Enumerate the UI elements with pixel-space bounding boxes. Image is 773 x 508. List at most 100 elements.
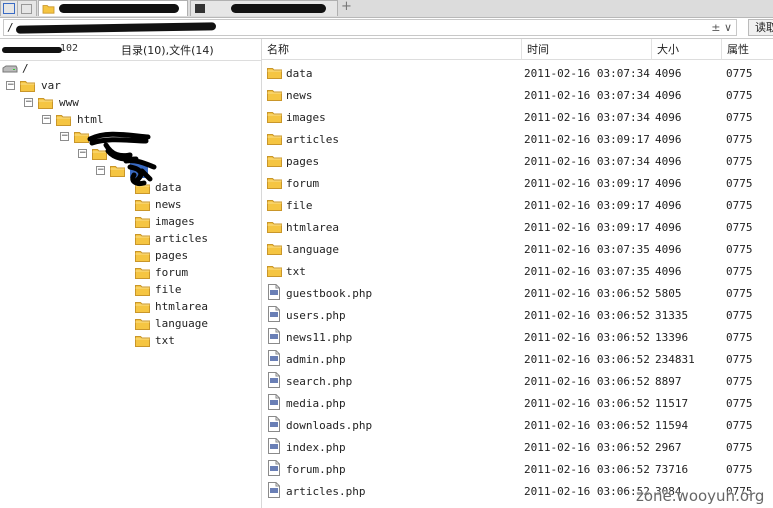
tree-child-articles[interactable]: articles [134, 231, 244, 247]
tree-child-forum[interactable]: forum [134, 265, 244, 281]
path-dropdown-icon[interactable]: ± ∨ [711, 21, 732, 34]
tree-child-label: pages [155, 249, 189, 262]
file-row[interactable]: media.php 2011-02-16 03:06:52 11517 0775 [262, 392, 773, 414]
column-size[interactable]: 大小 [651, 39, 721, 60]
php-file-icon [268, 284, 280, 300]
file-size: 4096 [655, 155, 682, 168]
collapse-toggle[interactable]: − [24, 98, 33, 107]
file-time: 2011-02-16 03:06:52 [524, 485, 650, 498]
folder-icon [135, 336, 150, 347]
file-row[interactable]: forum.php 2011-02-16 03:06:52 73716 0775 [262, 458, 773, 480]
file-time: 2011-02-16 03:07:34 [524, 89, 650, 102]
tree-root[interactable]: / [0, 61, 200, 77]
file-list: data 2011-02-16 03:07:34 4096 0775 news 2011-… [262, 62, 773, 508]
new-tab-button[interactable]: + [341, 0, 352, 14]
file-time: 2011-02-16 03:06:52 [524, 287, 650, 300]
collapse-toggle[interactable]: − [42, 115, 51, 124]
tree-child-images[interactable]: images [134, 214, 244, 230]
tab-file-manager[interactable] [38, 0, 188, 16]
file-row[interactable]: htmlarea 2011-02-16 03:09:17 4096 0775 [262, 216, 773, 238]
tree-node[interactable]: − www [18, 95, 178, 111]
file-size: 73716 [655, 463, 689, 476]
tab-title-redaction [59, 4, 179, 13]
tree-child-label: htmlarea [155, 300, 208, 313]
php-file-icon [268, 438, 280, 454]
file-name: images [286, 111, 326, 124]
file-row[interactable]: index.php 2011-02-16 03:06:52 2967 0775 [262, 436, 773, 458]
tab-2[interactable] [17, 0, 37, 16]
file-row[interactable]: users.php 2011-02-16 03:06:52 31335 0775 [262, 304, 773, 326]
folder-icon [267, 90, 282, 101]
file-time: 2011-02-16 03:06:52 [524, 375, 650, 388]
read-button[interactable]: 读取 [748, 19, 773, 36]
file-size: 4096 [655, 111, 682, 124]
dir-file-count: 目录(10),文件(14) [121, 44, 214, 57]
file-name: articles [286, 133, 339, 146]
column-perm[interactable]: 属性 [721, 39, 773, 60]
column-name[interactable]: 名称 [262, 39, 521, 60]
folder-icon [267, 68, 282, 79]
file-size: 4096 [655, 221, 682, 234]
file-row[interactable]: admin.php 2011-02-16 03:06:52 234831 0775 [262, 348, 773, 370]
file-row[interactable]: downloads.php 2011-02-16 03:06:52 11594 077… [262, 414, 773, 436]
file-row[interactable]: language 2011-02-16 03:07:35 4096 0775 [262, 238, 773, 260]
file-size: 4096 [655, 89, 682, 102]
file-perm: 0775 [726, 463, 753, 476]
file-name: htmlarea [286, 221, 339, 234]
file-perm: 0775 [726, 265, 753, 278]
file-name: news11.php [286, 331, 353, 344]
file-size: 4096 [655, 133, 682, 146]
tree-child-label: images [155, 215, 195, 228]
file-row[interactable]: news11.php 2011-02-16 03:06:52 13396 0775 [262, 326, 773, 348]
path-input[interactable]: / ± ∨ [3, 19, 737, 36]
php-file-icon [268, 372, 280, 388]
folder-icon [267, 266, 282, 277]
file-perm: 0775 [726, 331, 753, 344]
file-time: 2011-02-16 03:06:52 [524, 419, 650, 432]
folder-icon [135, 217, 150, 228]
tree-node-label: var [41, 79, 61, 92]
tree-child-language[interactable]: language [134, 316, 244, 332]
tab-title-redaction [231, 4, 326, 13]
tree-child-htmlarea[interactable]: htmlarea [134, 299, 244, 315]
tab-1[interactable] [0, 0, 18, 16]
file-name: file [286, 199, 313, 212]
php-file-icon [268, 394, 280, 410]
file-time: 2011-02-16 03:07:35 [524, 243, 650, 256]
file-perm: 0775 [726, 199, 753, 212]
collapse-toggle[interactable]: − [60, 132, 69, 141]
tree-child-pages[interactable]: pages [134, 248, 244, 264]
file-row[interactable]: file 2011-02-16 03:09:17 4096 0775 [262, 194, 773, 216]
tree-child-file[interactable]: file [134, 282, 244, 298]
file-row[interactable]: pages 2011-02-16 03:07:34 4096 0775 [262, 150, 773, 172]
host-suffix: 102 [60, 43, 79, 54]
file-row[interactable]: txt 2011-02-16 03:07:35 4096 0775 [262, 260, 773, 282]
file-row[interactable]: images 2011-02-16 03:07:34 4096 0775 [262, 106, 773, 128]
file-name: guestbook.php [286, 287, 373, 300]
tree-root-label: / [22, 62, 29, 75]
file-row[interactable]: forum 2011-02-16 03:09:17 4096 0775 [262, 172, 773, 194]
folder-icon [267, 134, 282, 145]
file-name: admin.php [286, 353, 346, 366]
tree-child-label: txt [155, 334, 175, 347]
file-row[interactable]: data 2011-02-16 03:07:34 4096 0775 [262, 62, 773, 84]
file-row[interactable]: guestbook.php 2011-02-16 03:06:52 5805 0775 [262, 282, 773, 304]
path-redaction [15, 22, 217, 34]
file-row[interactable]: search.php 2011-02-16 03:06:52 8897 0775 [262, 370, 773, 392]
tab-terminal[interactable] [190, 0, 338, 16]
file-row[interactable]: news 2011-02-16 03:07:34 4096 0775 [262, 84, 773, 106]
file-name: txt [286, 265, 306, 278]
folder-icon [20, 81, 35, 92]
tree-child-news[interactable]: news [134, 197, 244, 213]
tree-child-label: file [155, 283, 182, 296]
collapse-toggle[interactable]: − [6, 81, 15, 90]
tree-node[interactable]: − var [0, 78, 160, 94]
tree-child-txt[interactable]: txt [134, 333, 244, 349]
file-row[interactable]: articles 2011-02-16 03:09:17 4096 0775 [262, 128, 773, 150]
column-time[interactable]: 时间 [521, 39, 651, 60]
file-name: index.php [286, 441, 346, 454]
php-file-icon [268, 482, 280, 498]
file-name: data [286, 67, 313, 80]
file-time: 2011-02-16 03:06:52 [524, 309, 650, 322]
file-size: 4096 [655, 67, 682, 80]
